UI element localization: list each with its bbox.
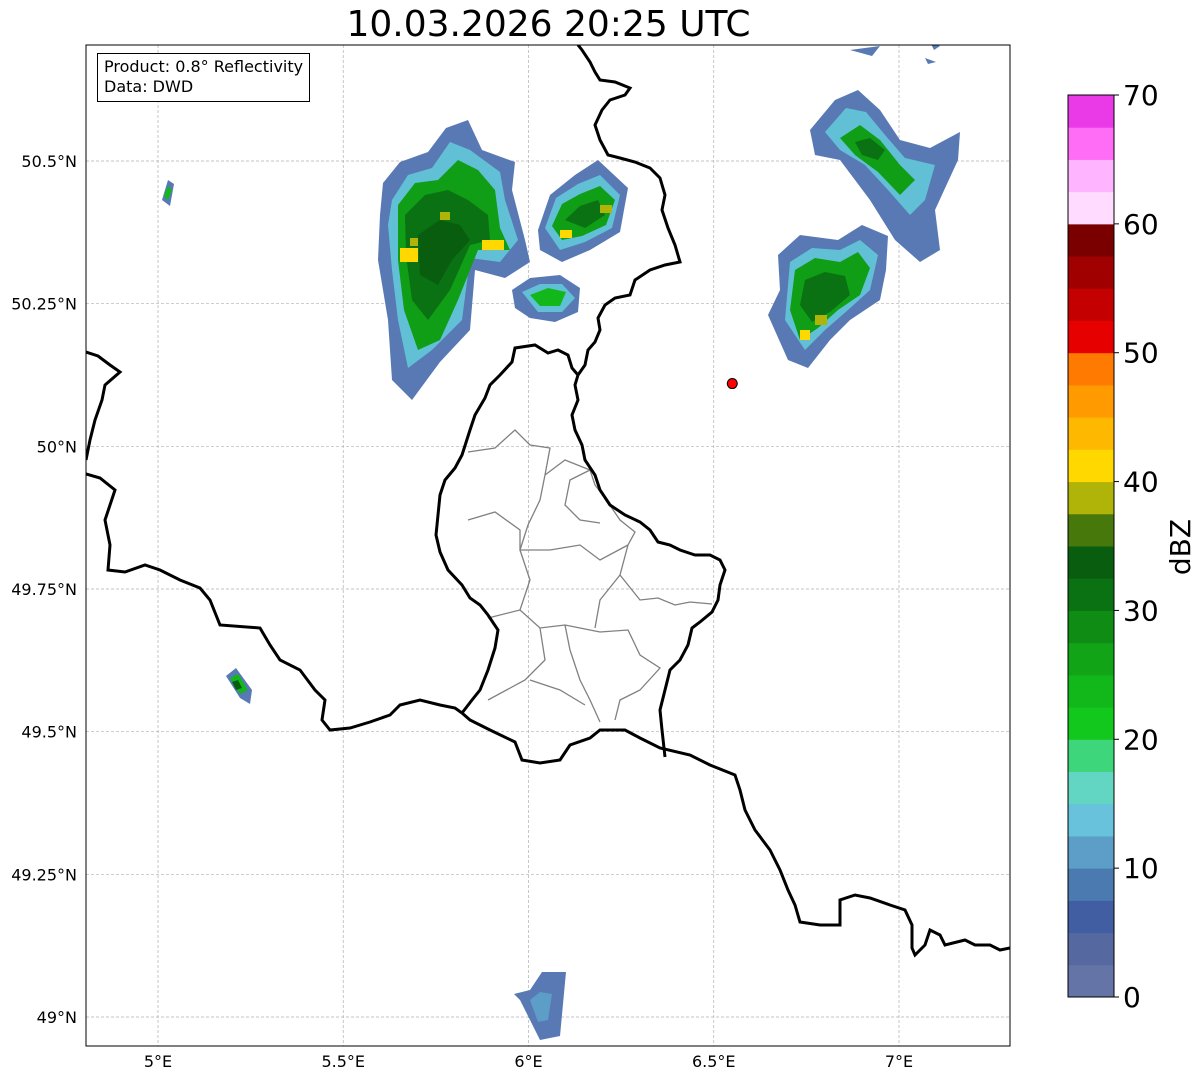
colorbar <box>1067 94 1115 998</box>
colorbar-segment <box>1068 546 1114 579</box>
colorbar-segment <box>1068 159 1114 193</box>
colorbar-segment <box>1068 868 1114 901</box>
colorbar-segment <box>1068 739 1114 772</box>
lat-tick-label: 50°N <box>37 437 77 456</box>
radar-site-marker <box>726 378 738 390</box>
colorbar-segment <box>1068 578 1114 611</box>
colorbar-segment <box>1068 707 1114 740</box>
colorbar-segment <box>1068 964 1114 998</box>
colorbar-segment <box>1068 95 1114 128</box>
data-source-label: Data: DWD <box>104 77 194 96</box>
colorbar-segment <box>1068 191 1114 225</box>
lon-tick-label: 5.5°E <box>321 1052 365 1071</box>
colorbar-tick-label: 0 <box>1123 981 1141 1014</box>
colorbar-segment <box>1068 610 1114 644</box>
colorbar-segment <box>1068 417 1114 450</box>
colorbar-segment <box>1068 320 1114 354</box>
colorbar-segment <box>1068 127 1114 160</box>
colorbar-segment <box>1068 449 1114 483</box>
colorbar-segment <box>1068 803 1114 837</box>
lat-tick-label: 49.5°N <box>21 723 77 742</box>
colorbar-label: dBZ <box>1164 519 1197 575</box>
radar-map: 50.5°N 50.25°N 50°N 49.75°N 49.5°N 49.25°N 49°… <box>11 44 1197 1071</box>
latitude-labels: 50.5°N 50.25°N 50°N 49.75°N 49.5°N 49.25°N 49°… <box>11 152 77 1027</box>
lat-tick-label: 50.5°N <box>21 152 77 171</box>
colorbar-segment <box>1068 352 1114 386</box>
colorbar-segment <box>1068 223 1114 257</box>
colorbar-tick-label: 10 <box>1123 852 1159 885</box>
lon-tick-label: 5°E <box>144 1052 172 1071</box>
colorbar-segment <box>1068 384 1114 418</box>
longitude-labels: 5°E 5.5°E 6°E 6.5°E 7°E <box>144 1052 913 1071</box>
colorbar-segment <box>1068 674 1114 708</box>
info-box: Product: 0.8° Reflectivity Data: DWD <box>97 53 311 102</box>
colorbar-segment <box>1068 835 1114 869</box>
colorbar-segment <box>1068 481 1114 515</box>
colorbar-segment <box>1068 513 1114 547</box>
colorbar-tick-label: 20 <box>1123 723 1159 756</box>
lat-tick-label: 49.75°N <box>11 580 77 599</box>
colorbar-tick-label: 30 <box>1123 594 1159 627</box>
colorbar-tick-label: 40 <box>1123 466 1159 499</box>
colorbar-segment <box>1068 900 1114 934</box>
colorbar-segment <box>1068 288 1114 321</box>
lon-tick-label: 6.5°E <box>692 1052 736 1071</box>
colorbar-segment <box>1068 932 1114 966</box>
colorbar-segment <box>1068 771 1114 805</box>
colorbar-segment <box>1068 256 1114 289</box>
lon-tick-label: 6°E <box>514 1052 542 1071</box>
colorbar-ticks: 0 10 20 30 40 50 60 70 <box>1114 79 1159 1014</box>
lon-tick-label: 7°E <box>885 1052 913 1071</box>
colorbar-segment <box>1068 642 1114 676</box>
lat-tick-label: 49.25°N <box>11 865 77 884</box>
colorbar-tick-label: 60 <box>1123 208 1159 241</box>
lat-tick-label: 50.25°N <box>11 295 77 314</box>
colorbar-tick-label: 50 <box>1123 337 1159 370</box>
product-label: Product: 0.8° Reflectivity <box>104 57 304 76</box>
colorbar-tick-label: 70 <box>1123 79 1159 112</box>
lat-tick-label: 49°N <box>37 1008 77 1027</box>
